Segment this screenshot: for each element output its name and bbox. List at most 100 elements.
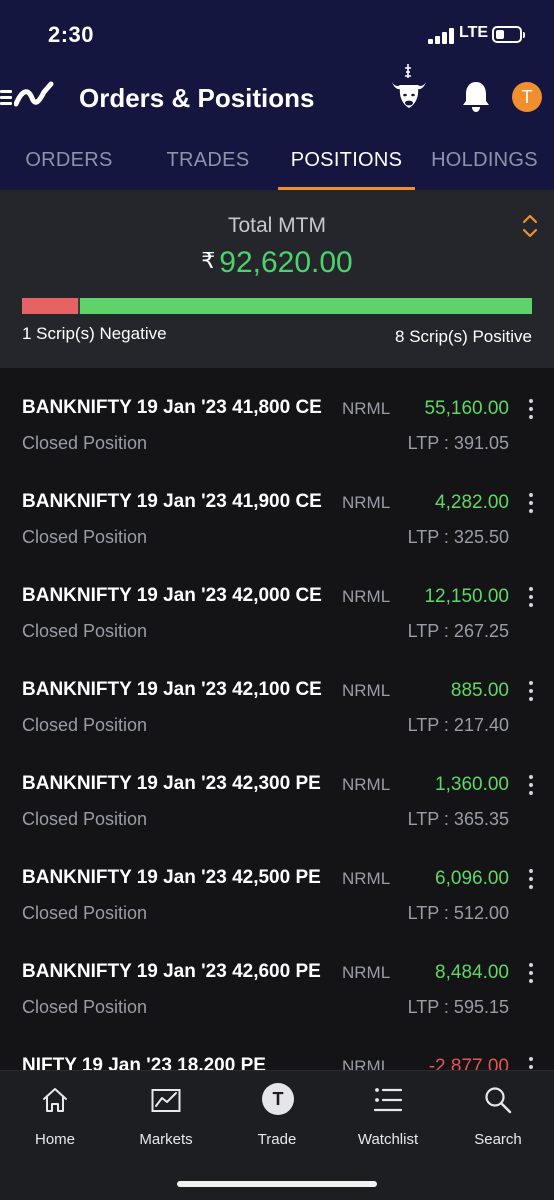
product-type: NRML <box>342 1057 391 1070</box>
product-type: NRML <box>342 869 391 888</box>
position-row[interactable]: BANKNIFTY 19 Jan '23 42,600 PE NRML 8,48… <box>0 932 554 1026</box>
position-ltp: LTP : 391.05 <box>407 433 509 453</box>
nav-label: Markets <box>139 1131 193 1148</box>
negative-ratio-segment <box>22 298 78 314</box>
position-ltp: LTP : 217.40 <box>407 715 509 735</box>
scrip-ratio-bar <box>22 298 532 314</box>
product-type: NRML <box>342 399 391 418</box>
positions-list[interactable]: BANKNIFTY 19 Jan '23 41,800 CE NRML 55,1… <box>0 368 554 1070</box>
position-ltp: LTP : 512.00 <box>407 903 509 923</box>
tab-bar: ORDERS TRADES POSITIONS HOLDINGS <box>0 140 554 190</box>
position-status: Closed Position <box>22 809 148 829</box>
position-pnl: 1,360.00 <box>435 774 509 795</box>
tab-holdings[interactable]: HOLDINGS <box>415 140 554 190</box>
more-options-icon[interactable] <box>522 492 540 514</box>
nav-label: Search <box>474 1131 522 1148</box>
rupee-symbol: ₹ <box>201 248 216 273</box>
position-row[interactable]: BANKNIFTY 19 Jan '23 42,500 PE NRML 6,09… <box>0 838 554 932</box>
nav-label: Home <box>34 1131 75 1148</box>
position-symbol: BANKNIFTY 19 Jan '23 42,300 PE <box>22 773 321 794</box>
page-title: Orders & Positions <box>79 83 315 113</box>
top-header: 2:30 LTE Orders & Positions T ORDERS TRA… <box>0 0 554 190</box>
position-status: Closed Position <box>22 903 148 923</box>
position-row[interactable]: NIFTY 19 Jan '23 18,200 PE NRML -2,877.0… <box>0 1026 554 1070</box>
app-root: 2:30 LTE Orders & Positions T ORDERS TRA… <box>0 0 554 1200</box>
positive-scrips-label: 8 Scrip(s) Positive <box>395 327 532 346</box>
position-status: Closed Position <box>22 433 148 453</box>
search-icon <box>485 1087 512 1114</box>
more-options-icon[interactable] <box>522 962 540 984</box>
negative-scrips-label: 1 Scrip(s) Negative <box>22 324 167 343</box>
logo-icon[interactable] <box>14 80 54 116</box>
total-mtm-label: Total MTM <box>227 214 326 237</box>
position-pnl: -2,877.00 <box>428 1056 509 1070</box>
position-row[interactable]: BANKNIFTY 19 Jan '23 42,100 CE NRML 885.… <box>0 650 554 744</box>
more-options-icon[interactable] <box>522 680 540 702</box>
product-type: NRML <box>342 963 391 982</box>
tab-trades[interactable]: TRADES <box>138 140 278 190</box>
chart-icon <box>151 1089 181 1112</box>
status-time: 2:30 <box>48 22 95 47</box>
home-icon <box>43 1088 67 1112</box>
position-pnl: 4,282.00 <box>435 492 509 513</box>
tab-orders[interactable]: ORDERS <box>0 140 138 190</box>
position-symbol: BANKNIFTY 19 Jan '23 41,900 CE <box>22 491 322 512</box>
position-pnl: 885.00 <box>450 680 509 701</box>
mtm-summary: Total MTM ₹92,620.00 1 Scrip(s) Negative… <box>0 190 554 368</box>
nav-label: Watchlist <box>357 1131 419 1148</box>
position-ltp: LTP : 325.50 <box>407 527 509 547</box>
bottom-nav: Home Markets T Trade Watchlist Search <box>0 1070 554 1200</box>
menu-icon[interactable] <box>0 89 14 107</box>
position-pnl: 12,150.00 <box>424 586 509 607</box>
product-type: NRML <box>342 587 391 606</box>
position-symbol: BANKNIFTY 19 Jan '23 41,800 CE <box>22 397 322 418</box>
position-pnl: 6,096.00 <box>435 868 509 889</box>
position-symbol: BANKNIFTY 19 Jan '23 42,100 CE <box>22 679 322 700</box>
position-ltp: LTP : 267.25 <box>407 621 509 641</box>
home-indicator[interactable] <box>177 1181 377 1187</box>
nav-watchlist[interactable]: Watchlist <box>333 1083 443 1153</box>
nav-home[interactable]: Home <box>0 1083 110 1153</box>
trade-icon: T <box>262 1083 294 1115</box>
total-mtm: ₹92,620.00 <box>0 246 554 280</box>
bull-icon[interactable] <box>389 64 429 118</box>
product-type: NRML <box>342 681 391 700</box>
position-row[interactable]: BANKNIFTY 19 Jan '23 42,000 CE NRML 12,1… <box>0 556 554 650</box>
nav-label: Trade <box>257 1131 297 1148</box>
position-row[interactable]: BANKNIFTY 19 Jan '23 41,800 CE NRML 55,1… <box>0 368 554 462</box>
nav-markets[interactable]: Markets <box>111 1083 221 1153</box>
status-bar: 2:30 LTE <box>0 0 554 70</box>
more-options-icon[interactable] <box>522 398 540 420</box>
position-symbol: BANKNIFTY 19 Jan '23 42,500 PE <box>22 867 321 888</box>
position-status: Closed Position <box>22 997 148 1017</box>
position-status: Closed Position <box>22 715 148 735</box>
positive-ratio-segment <box>80 298 532 314</box>
position-pnl: 8,484.00 <box>435 962 509 983</box>
position-pnl: 55,160.00 <box>424 398 509 419</box>
nav-trade[interactable]: T Trade <box>222 1083 332 1153</box>
total-mtm-value: 92,620.00 <box>219 246 353 279</box>
position-status: Closed Position <box>22 527 148 547</box>
battery-icon <box>492 26 525 43</box>
position-ltp: LTP : 595.15 <box>407 997 509 1017</box>
product-type: NRML <box>342 493 391 512</box>
signal-icon <box>428 27 454 44</box>
more-options-icon[interactable] <box>522 774 540 796</box>
position-row[interactable]: BANKNIFTY 19 Jan '23 41,900 CE NRML 4,28… <box>0 462 554 556</box>
avatar[interactable]: T <box>512 82 542 112</box>
position-row[interactable]: BANKNIFTY 19 Jan '23 42,300 PE NRML 1,36… <box>0 744 554 838</box>
nav-search[interactable]: Search <box>443 1083 553 1153</box>
tab-positions[interactable]: POSITIONS <box>278 140 415 190</box>
position-status: Closed Position <box>22 621 148 641</box>
position-symbol: NIFTY 19 Jan '23 18,200 PE <box>22 1055 266 1070</box>
position-symbol: BANKNIFTY 19 Jan '23 42,000 CE <box>22 585 322 606</box>
bell-icon[interactable] <box>460 79 492 113</box>
network-type: LTE <box>459 24 489 41</box>
position-ltp: LTP : 365.35 <box>407 809 509 829</box>
app-bar: Orders & Positions T <box>0 64 554 130</box>
more-options-icon[interactable] <box>522 586 540 608</box>
more-options-icon[interactable] <box>522 1056 540 1070</box>
more-options-icon[interactable] <box>522 868 540 890</box>
watchlist-icon <box>373 1088 403 1112</box>
position-symbol: BANKNIFTY 19 Jan '23 42,600 PE <box>22 961 321 982</box>
